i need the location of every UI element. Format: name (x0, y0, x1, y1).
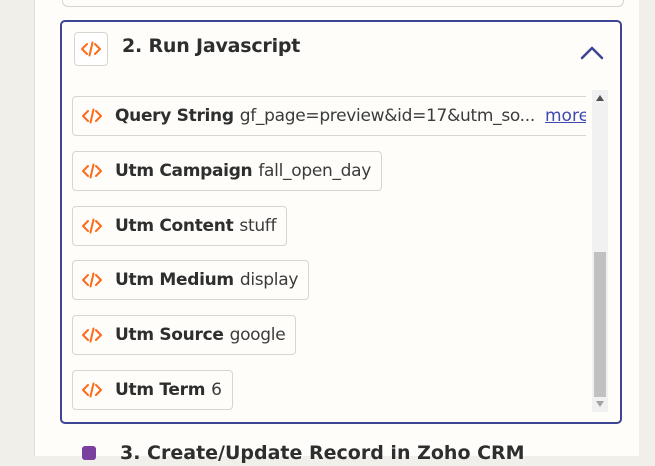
scrollbar-thumb[interactable] (594, 252, 606, 397)
step-card-run-javascript: 2. Run Javascript Query String gf_page=p… (60, 20, 622, 424)
field-pill-utm-campaign[interactable]: Utm Campaign fall_open_day (72, 151, 383, 191)
scroll-down-arrow-icon[interactable] (592, 396, 608, 412)
step-app-icon (74, 32, 108, 66)
code-icon (82, 382, 102, 398)
page-gutter-right (639, 0, 655, 456)
field-pill-query-string[interactable]: Query String gf_page=preview&id=17&utm_s… (72, 96, 586, 136)
code-icon (82, 272, 102, 288)
field-pill-utm-content[interactable]: Utm Content stuff (72, 206, 288, 246)
chevron-up-icon (580, 46, 604, 60)
code-icon (82, 108, 102, 124)
next-step-title: 3. Create/Update Record in Zoho CRM (120, 442, 525, 464)
zoho-crm-icon (82, 446, 96, 460)
field-list-scrollbar[interactable] (592, 90, 608, 412)
field-pill-utm-source[interactable]: Utm Source google (72, 315, 297, 355)
code-icon (82, 218, 102, 234)
field-value: display (239, 270, 299, 290)
field-name: Utm Source (115, 325, 224, 345)
field-value: stuff (239, 216, 277, 236)
field-value: fall_open_day (258, 161, 372, 181)
field-name: Utm Term (115, 380, 206, 400)
field-name: Utm Content (115, 216, 234, 236)
previous-step-card-bottom (62, 0, 624, 7)
code-icon (81, 41, 101, 57)
field-name: Utm Medium (115, 270, 234, 290)
collapse-step-button[interactable] (578, 42, 606, 64)
field-value: google (229, 325, 286, 345)
field-value: 6 (211, 380, 222, 400)
field-pill-utm-medium[interactable]: Utm Medium display (72, 260, 310, 300)
page-gutter-left (0, 0, 34, 456)
field-value: gf_page=preview&id=17&utm_so... (239, 106, 536, 126)
step-card-next[interactable]: 3. Create/Update Record in Zoho CRM (60, 436, 622, 466)
more-link[interactable]: more (545, 106, 586, 126)
code-icon (82, 163, 102, 179)
field-pill-utm-term[interactable]: Utm Term 6 (72, 370, 233, 410)
scroll-up-arrow-icon[interactable] (592, 90, 608, 106)
field-name: Query String (115, 106, 234, 126)
field-list: Query String gf_page=preview&id=17&utm_s… (72, 96, 586, 412)
field-name: Utm Campaign (115, 161, 253, 181)
code-icon (82, 327, 102, 343)
step-title: 2. Run Javascript (122, 35, 301, 57)
